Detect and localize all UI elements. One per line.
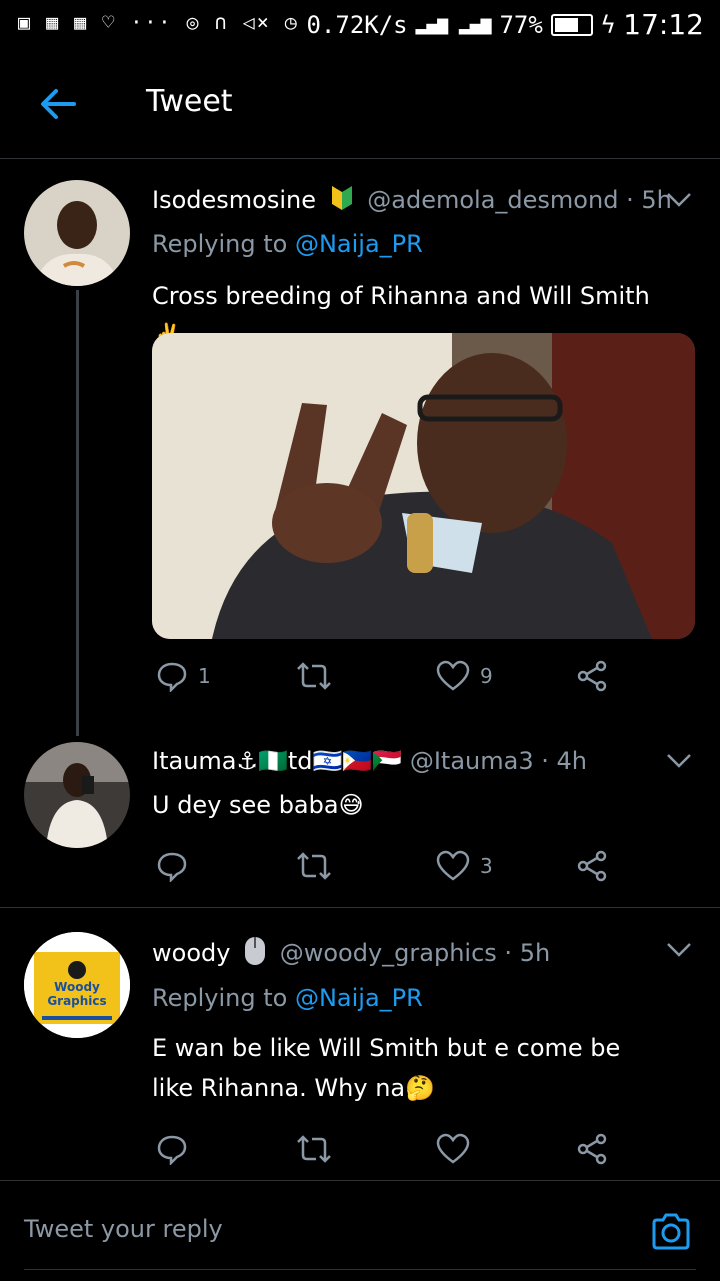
battery-percent: 77% <box>499 10 543 39</box>
display-name[interactable]: Isodesmosine <box>152 186 316 214</box>
retweet-icon <box>297 1135 331 1163</box>
retweet-button[interactable] <box>296 660 342 692</box>
tweet-text: U dey see baba😅 <box>152 791 364 819</box>
separator-dot: · <box>541 747 557 775</box>
retweet-icon <box>297 852 331 880</box>
notification-icons: ▣ ▦ ▦ ♡ ··· ◎ ∩ ◁× ◷ <box>18 10 299 34</box>
top-bar: Tweet <box>0 50 720 159</box>
share-button[interactable] <box>576 850 608 882</box>
network-speed: 0.72K/s <box>306 10 408 39</box>
replying-label: Replying to <box>152 984 288 1012</box>
camera-icon[interactable] <box>650 1211 692 1253</box>
like-button[interactable]: 9 <box>436 660 493 692</box>
mention-link[interactable]: @Naija_PR <box>295 984 423 1012</box>
charging-icon: ϟ <box>600 10 616 39</box>
reply-count: 1 <box>198 664 211 688</box>
like-count: 9 <box>480 664 493 688</box>
reply-input[interactable]: Tweet your reply <box>24 1215 223 1243</box>
heart-icon <box>436 1133 470 1164</box>
share-icon <box>577 850 607 882</box>
tweet-item[interactable]: Woody Graphics woody @woody_graphics · 5… <box>0 908 720 1180</box>
share-icon <box>577 1133 607 1165</box>
replying-to: Replying to @Naija_PR <box>152 984 423 1012</box>
timestamp: 5h <box>519 939 551 967</box>
mouse-icon <box>244 936 266 972</box>
tweet-item[interactable]: Itauma⚓🇳🇬td🇮🇱🇵🇭🇸🇩 @Itauma3 · 4h U dey se… <box>0 735 720 905</box>
reply-icon <box>157 1135 187 1165</box>
reply-button[interactable] <box>156 1133 198 1165</box>
chevron-down-icon[interactable] <box>666 192 692 208</box>
clock: 17:12 <box>623 8 704 41</box>
handle[interactable]: @Itauma3 <box>410 747 534 775</box>
tweet-image[interactable] <box>152 333 695 639</box>
tweet-header: Itauma⚓🇳🇬td🇮🇱🇵🇭🇸🇩 @Itauma3 · 4h <box>152 747 690 775</box>
tweet-actions: 3 <box>152 850 632 890</box>
page-title: Tweet <box>146 84 233 119</box>
reply-button[interactable] <box>156 850 198 882</box>
replying-to: Replying to @Naija_PR <box>152 230 423 258</box>
separator-dot: · <box>626 186 642 214</box>
avatar-text: Woody <box>54 980 100 994</box>
avatar[interactable] <box>24 180 130 286</box>
tweet-item[interactable]: Isodesmosine @ademola_desmond · 5h Reply… <box>0 160 720 730</box>
tweet-actions: 1 9 <box>152 660 632 700</box>
heart-icon <box>436 660 470 691</box>
avatar-text: Graphics <box>47 994 107 1008</box>
reply-icon <box>157 852 187 882</box>
separator-dot: · <box>504 939 520 967</box>
display-name[interactable]: woody <box>152 939 230 967</box>
like-count: 3 <box>480 854 493 878</box>
avatar[interactable]: Woody Graphics <box>24 932 130 1038</box>
retweet-icon <box>297 662 331 690</box>
timestamp: 4h <box>556 747 587 775</box>
divider <box>24 1269 696 1270</box>
like-button[interactable] <box>436 1133 480 1165</box>
back-arrow-icon[interactable] <box>36 82 80 126</box>
tweet-actions <box>152 1133 632 1173</box>
share-button[interactable] <box>576 660 608 692</box>
replying-label: Replying to <box>152 230 288 258</box>
reply-icon <box>157 662 187 692</box>
chevron-down-icon[interactable] <box>666 753 692 769</box>
battery-icon <box>550 13 593 36</box>
tweet-header: woody @woody_graphics · 5h <box>152 936 690 972</box>
avatar[interactable] <box>24 742 130 848</box>
retweet-button[interactable] <box>296 1133 342 1165</box>
signal-icon: ▂▄▆ ▂▄▆ <box>415 14 492 35</box>
reply-composer: Tweet your reply <box>0 1180 720 1281</box>
beginner-badge-icon <box>330 184 354 218</box>
status-right: 0.72K/s ▂▄▆ ▂▄▆ 77% ϟ 17:12 <box>306 8 704 41</box>
share-icon <box>577 660 607 692</box>
status-bar: ▣ ▦ ▦ ♡ ··· ◎ ∩ ◁× ◷ 0.72K/s ▂▄▆ ▂▄▆ 77%… <box>0 0 720 50</box>
display-name[interactable]: Itauma⚓🇳🇬td🇮🇱🇵🇭🇸🇩 <box>152 747 402 775</box>
handle[interactable]: @ademola_desmond <box>367 186 618 214</box>
chevron-down-icon[interactable] <box>666 942 692 958</box>
tweet-header: Isodesmosine @ademola_desmond · 5h <box>152 184 690 218</box>
share-button[interactable] <box>576 1133 608 1165</box>
like-button[interactable]: 3 <box>436 850 493 882</box>
tweet-text: E wan be like Will Smith but e come be l… <box>152 1034 621 1102</box>
reply-button[interactable]: 1 <box>156 660 211 692</box>
mention-link[interactable]: @Naija_PR <box>295 230 423 258</box>
heart-icon <box>436 850 470 881</box>
retweet-button[interactable] <box>296 850 342 882</box>
handle[interactable]: @woody_graphics <box>280 939 497 967</box>
